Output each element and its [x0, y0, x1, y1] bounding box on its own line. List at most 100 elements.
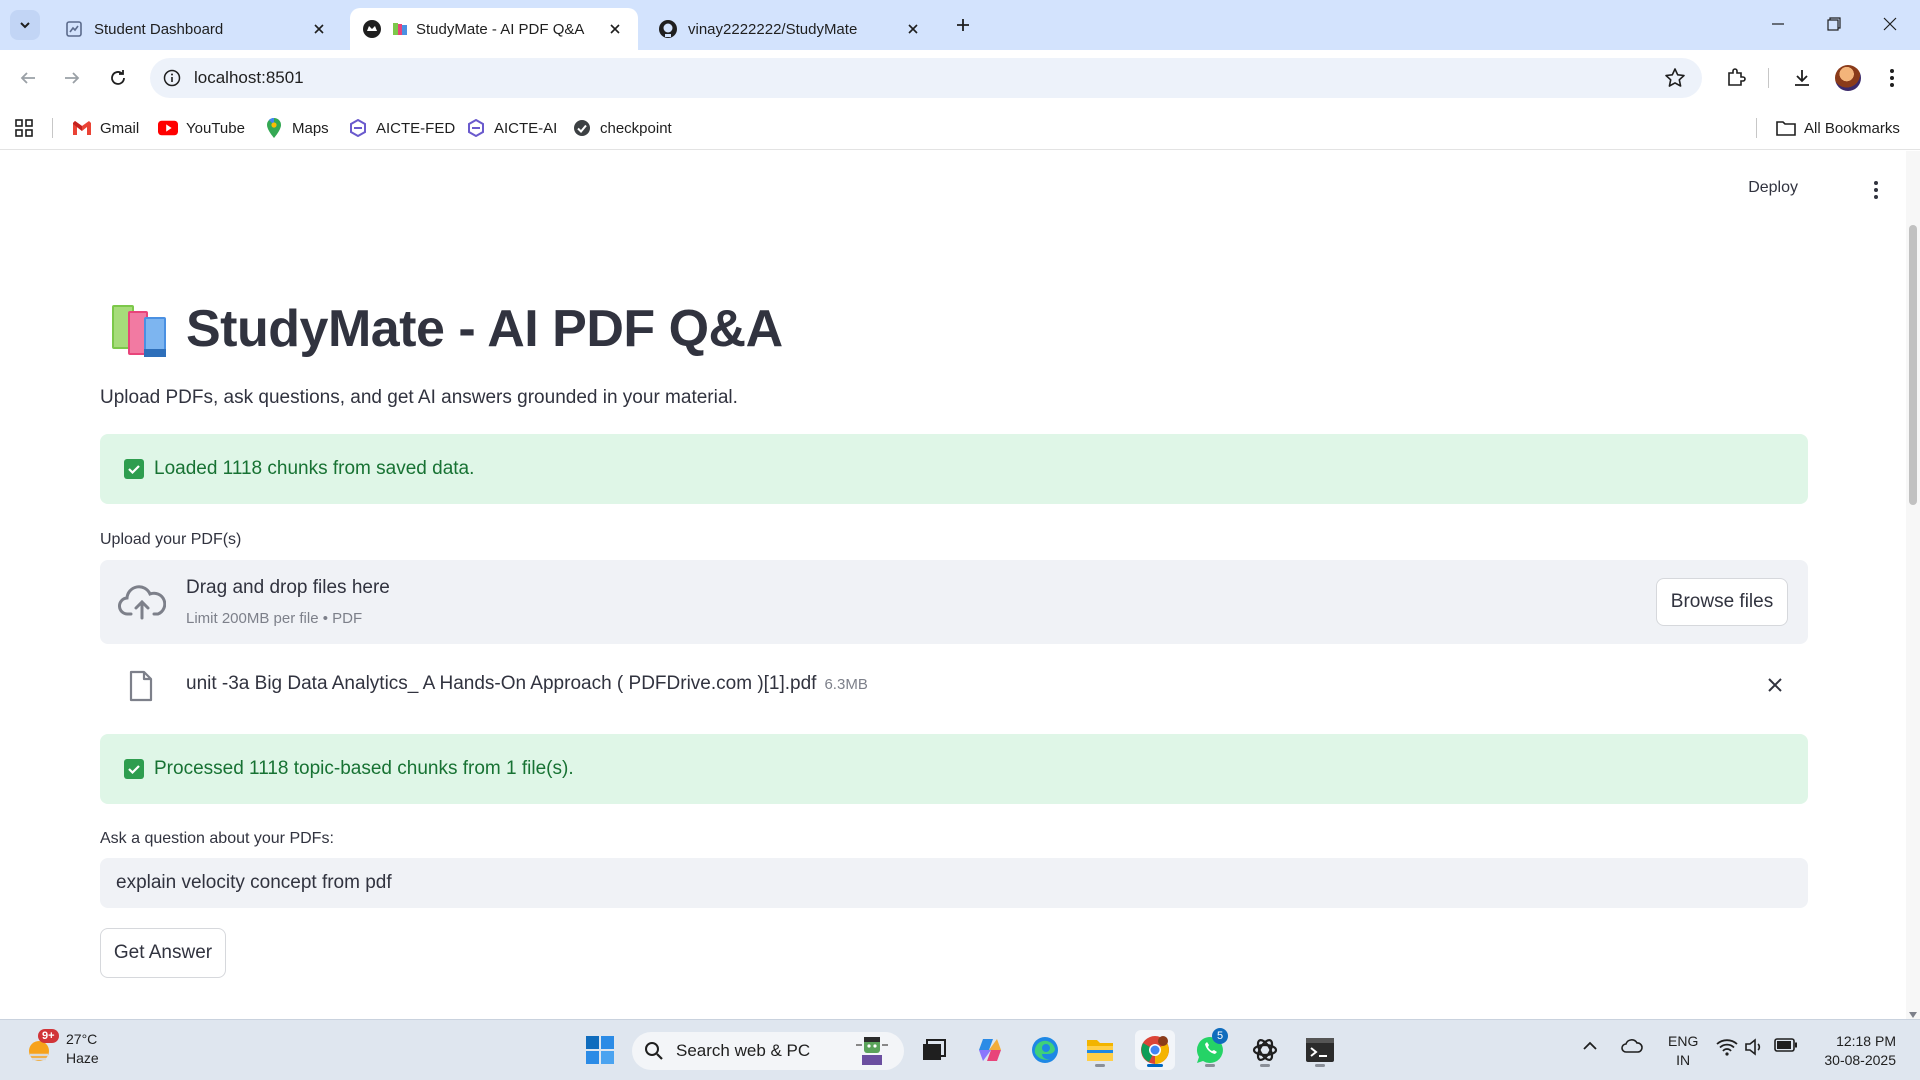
battery-icon	[1774, 1038, 1797, 1052]
browse-files-button[interactable]: Browse files	[1656, 578, 1788, 626]
system-clock[interactable]: 12:18 PM 30-08-2025	[1824, 1032, 1896, 1070]
site-info-icon[interactable]	[150, 69, 194, 87]
extensions-button[interactable]	[1720, 62, 1752, 94]
speaker-icon	[1745, 1038, 1761, 1056]
new-tab-button[interactable]	[948, 10, 978, 40]
reload-button[interactable]	[102, 62, 134, 94]
github-icon	[658, 19, 678, 39]
start-button[interactable]	[580, 1030, 620, 1070]
question-input[interactable]: explain velocity concept from pdf	[100, 858, 1808, 908]
folder-icon	[1087, 1040, 1113, 1061]
page-title-text: StudyMate - AI PDF Q&A	[186, 300, 783, 358]
copilot-icon	[979, 1039, 1001, 1061]
file-name: unit -3a Big Data Analytics_ A Hands-On …	[186, 673, 868, 695]
apps-button[interactable]	[14, 116, 34, 140]
all-bookmarks-button[interactable]: All Bookmarks	[1776, 116, 1900, 140]
apps-grid-icon	[15, 119, 33, 137]
loaded-success-alert: Loaded 1118 chunks from saved data.	[100, 434, 1808, 504]
chatgpt-icon	[1252, 1039, 1278, 1061]
chrome-app[interactable]	[1135, 1030, 1175, 1070]
clock-date: 30-08-2025	[1824, 1052, 1896, 1068]
bookmark-star-icon[interactable]	[1664, 67, 1686, 89]
file-explorer-app[interactable]	[1080, 1030, 1120, 1070]
tab-search-button[interactable]	[10, 10, 40, 40]
file-name-text: unit -3a Big Data Analytics_ A Hands-On …	[186, 673, 817, 694]
wifi-tray[interactable]	[1716, 1038, 1738, 1056]
bookmark-label: Maps	[292, 119, 329, 137]
whatsapp-app[interactable]: 5	[1190, 1028, 1230, 1070]
bookmark-youtube[interactable]: YouTube	[158, 116, 245, 140]
tab-studymate[interactable]: StudyMate - AI PDF Q&A	[350, 8, 638, 50]
tab-github-studymate[interactable]: vinay2222222/StudyMate	[646, 8, 936, 50]
close-tab-icon[interactable]	[308, 18, 330, 40]
address-bar[interactable]: localhost:8501	[150, 58, 1702, 98]
file-dropzone[interactable]: Drag and drop files here Limit 200MB per…	[100, 560, 1808, 644]
scrollbar-thumb[interactable]	[1909, 225, 1917, 505]
deploy-button[interactable]: Deploy	[1748, 179, 1798, 197]
task-view-icon	[923, 1039, 946, 1060]
bookmark-label: YouTube	[186, 119, 245, 137]
weather-text: 27°C Haze	[66, 1030, 99, 1068]
remove-file-button[interactable]	[1762, 672, 1788, 698]
forward-button[interactable]	[56, 62, 88, 94]
weather-widget[interactable]: 9+ 27°C Haze	[24, 1029, 99, 1068]
reload-icon	[111, 70, 125, 85]
page-subtitle: Upload PDFs, ask questions, and get AI a…	[100, 387, 738, 408]
page-scrollbar[interactable]	[1906, 151, 1920, 1019]
restore-button[interactable]	[1806, 0, 1862, 48]
aicte-icon	[348, 118, 368, 138]
battery-tray[interactable]	[1774, 1038, 1798, 1052]
chevron-up-icon	[1583, 1041, 1597, 1050]
language-indicator[interactable]: ENG IN	[1668, 1032, 1698, 1070]
search-icon	[644, 1041, 664, 1061]
edge-icon	[1032, 1037, 1058, 1063]
bookmarks-bar: Gmail YouTube Maps AICTE-FED AICTE-AI ch…	[0, 106, 1920, 150]
taskview-button[interactable]	[914, 1030, 954, 1070]
edge-app[interactable]	[1025, 1030, 1065, 1070]
puzzle-icon	[1728, 68, 1746, 86]
dashboard-favicon-icon	[64, 19, 84, 39]
get-answer-button[interactable]: Get Answer	[100, 928, 226, 978]
forward-arrow-icon	[65, 72, 80, 84]
copilot-app[interactable]	[970, 1030, 1010, 1070]
taskbar-search[interactable]: Search web & PC	[632, 1032, 904, 1070]
search-highlight-icon	[854, 1035, 890, 1067]
minimize-button[interactable]	[1750, 0, 1806, 48]
back-button[interactable]	[12, 62, 44, 94]
bookmark-aicte-fed[interactable]: AICTE-FED	[348, 116, 455, 140]
windows-taskbar: 9+ 27°C Haze Search web & PC 5 ENG IN 12…	[0, 1019, 1920, 1080]
bookmark-checkpoint[interactable]: checkpoint	[572, 116, 672, 140]
tab-student-dashboard[interactable]: Student Dashboard	[52, 8, 342, 50]
toolbar-divider	[1768, 68, 1769, 88]
tab-title: vinay2222222/StudyMate	[688, 20, 858, 38]
terminal-icon	[1306, 1038, 1334, 1062]
uploaded-file-item: unit -3a Big Data Analytics_ A Hands-On …	[100, 658, 1808, 712]
onedrive-tray[interactable]	[1620, 1038, 1644, 1054]
all-bookmarks-label: All Bookmarks	[1804, 119, 1900, 137]
close-window-button[interactable]	[1862, 0, 1918, 48]
download-icon	[1795, 70, 1809, 86]
bookmark-aicte-ai[interactable]: AICTE-AI	[466, 116, 557, 140]
profile-button[interactable]	[1832, 62, 1864, 94]
terminal-app[interactable]	[1300, 1030, 1340, 1070]
books-icon	[392, 19, 408, 39]
tab-title: StudyMate - AI PDF Q&A	[416, 20, 585, 38]
bookmark-gmail[interactable]: Gmail	[72, 116, 139, 140]
chrome-icon	[1141, 1036, 1169, 1064]
browser-menu-button[interactable]	[1876, 62, 1908, 94]
bookmark-label: AICTE-AI	[494, 119, 558, 137]
bookmark-label: checkpoint	[600, 119, 672, 137]
restore-icon	[1827, 17, 1841, 31]
bookmark-maps[interactable]: Maps	[264, 116, 329, 140]
close-tab-icon[interactable]	[902, 18, 924, 40]
close-tab-icon[interactable]	[604, 18, 626, 40]
volume-tray[interactable]	[1744, 1038, 1766, 1056]
weather-sun-icon: 9+	[24, 1029, 59, 1065]
tab-strip: Student Dashboard StudyMate - AI PDF Q&A…	[0, 0, 1920, 50]
downloads-button[interactable]	[1786, 62, 1818, 94]
tray-overflow-button[interactable]	[1582, 1038, 1598, 1054]
whatsapp-badge: 5	[1212, 1028, 1228, 1044]
youtube-icon	[158, 118, 178, 138]
chatgpt-app[interactable]	[1245, 1030, 1285, 1070]
app-menu-button[interactable]	[1866, 179, 1886, 201]
